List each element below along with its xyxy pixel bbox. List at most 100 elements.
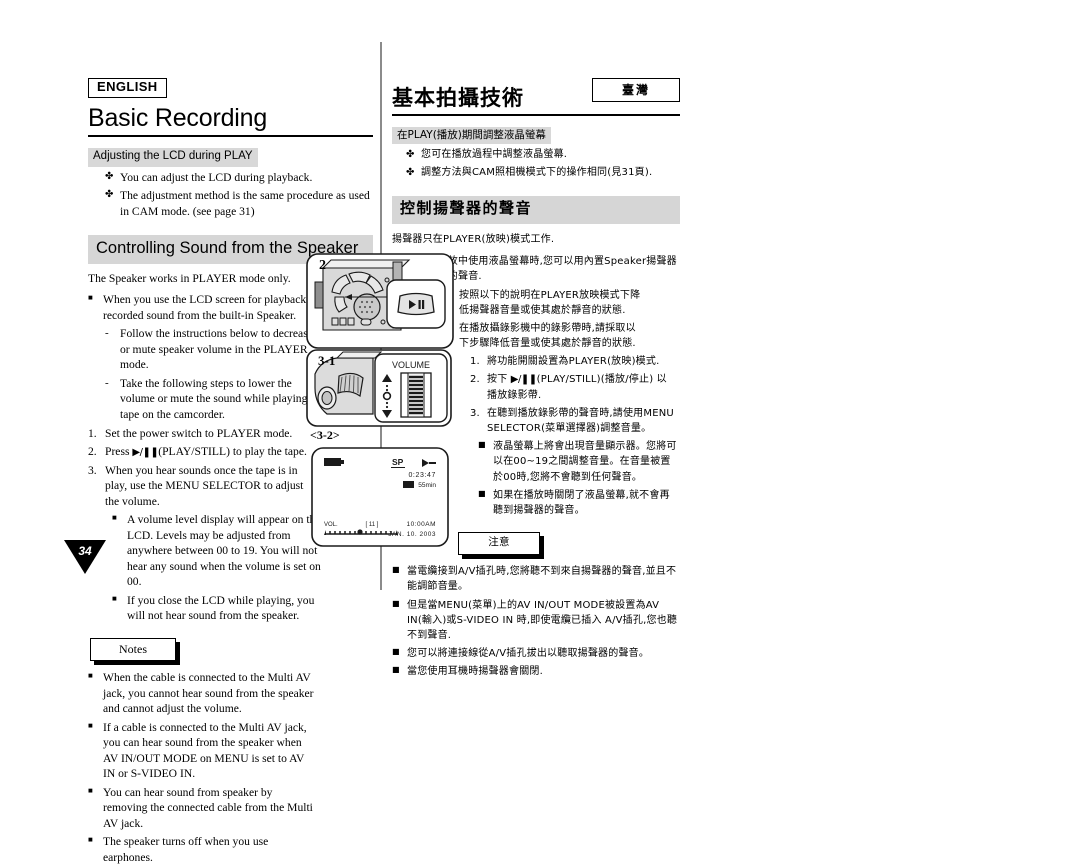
step-number: 2. bbox=[470, 374, 480, 386]
list-item-text: 調整方法與CAM照相機模式下的操作相同(見31頁). bbox=[421, 167, 653, 179]
figure-3-1-menu-selector: VOLUME 3-1 bbox=[305, 348, 453, 433]
step-number: 3. bbox=[88, 463, 97, 477]
list-item-text: 但是當MENU(菜單)上的AV IN/OUT MODE被設置為AV IN(輸入)… bbox=[407, 599, 678, 641]
list-item-text: The speaker turns off when you use earph… bbox=[103, 835, 269, 864]
step-item: 1. 將功能開關設置為PLAYER(放映)模式. bbox=[470, 354, 680, 369]
step-item: 2. 按下 ▶/❚❚(PLAY/STILL)(播放/停止) 以播放錄影帶. bbox=[470, 372, 680, 402]
square-bullet-icon: ■ bbox=[88, 293, 93, 303]
square-bullet-icon: ■ bbox=[88, 785, 93, 795]
list-item: ■ 液晶螢幕上將會出現音量顯示器。您將可以在00~19之間調整音量。在音量被置於… bbox=[478, 439, 680, 485]
list-item: - 按照以下的說明在PLAYER放映模式下降低揚聲器音量或使其處於靜音的狀態. bbox=[444, 288, 680, 318]
dash-bullet-icon: - bbox=[105, 376, 109, 389]
list-item-text: The adjustment method is the same proced… bbox=[120, 189, 370, 218]
notes-label: Notes bbox=[90, 637, 176, 661]
square-bullet-icon: ■ bbox=[392, 665, 400, 675]
volume-label: VOLUME bbox=[392, 360, 430, 370]
page-title: Basic Recording bbox=[88, 103, 268, 132]
square-bullet-icon: ■ bbox=[392, 565, 400, 575]
list-item-text: 在播放攝錄影機中的錄影帶時,請採取以下步驟降低音量或使其處於靜音的狀態. bbox=[459, 322, 636, 350]
club-bullet-icon: ✤ bbox=[406, 167, 415, 179]
club-bullet-icon: ✤ bbox=[105, 189, 114, 201]
osd-timecode: 0:23:47 bbox=[408, 472, 436, 479]
figure-3-2-label: <3-2> bbox=[310, 428, 340, 442]
figure-3-2-lcd-osd: <3-2> SP 0:23:47 55min VOL. [ 11 ] 10:00… bbox=[310, 428, 450, 553]
heading-adjusting-lcd-zh: 在PLAY(播放)期間調整液晶螢幕 bbox=[392, 126, 551, 145]
osd-tape-remaining: 55min bbox=[418, 482, 436, 489]
list-item-text: You can adjust the LCD during playback. bbox=[120, 170, 313, 184]
list-item: ■ When the cable is connected to the Mul… bbox=[88, 670, 373, 717]
club-bullet-icon: ✤ bbox=[105, 170, 114, 182]
dash-bullet-icon: - bbox=[105, 327, 109, 340]
list-item: ■ 您可以將連接線從A/V插孔拔出以聽取揚聲器的聲音。 bbox=[392, 646, 680, 661]
square-bullet-icon: ■ bbox=[392, 598, 400, 608]
step-number: 3. bbox=[470, 407, 480, 419]
list-item: ■ 當電纜接到A/V插孔時,您將聽不到來自揚聲器的聲音,並且不能調節音量。 bbox=[392, 564, 680, 594]
list-item: ✤ You can adjust the LCD during playback… bbox=[105, 170, 373, 186]
square-bullet-icon: ■ bbox=[88, 720, 93, 730]
list-item: ■ You can hear sound from speaker by rem… bbox=[88, 785, 373, 832]
square-bullet-icon: ■ bbox=[88, 671, 93, 680]
list-item: ✤ 調整方法與CAM照相機模式下的操作相同(見31頁). bbox=[406, 165, 680, 180]
speaker-lead-text-zh: 揚聲器只在PLAYER(放映)模式工作. bbox=[392, 233, 555, 245]
step-text: 將功能開關設置為PLAYER(放映)模式. bbox=[487, 356, 660, 368]
region-badge: 臺灣 bbox=[592, 78, 680, 102]
list-item-text: Take the following steps to lower the vo… bbox=[120, 376, 316, 422]
list-item-text: If a cable is connected to the Multi AV … bbox=[103, 720, 307, 781]
osd-vol-label: VOL. bbox=[324, 522, 338, 528]
club-bullet-icon: ✤ bbox=[406, 149, 415, 161]
play-still-glyph-icon: ▶/❚❚ bbox=[510, 374, 537, 386]
list-item-text: 您可以將連接線從A/V插孔拔出以聽取揚聲器的聲音。 bbox=[407, 648, 650, 660]
list-item: - 在播放攝錄影機中的錄影帶時,請採取以下步驟降低音量或使其處於靜音的狀態. bbox=[444, 321, 680, 351]
step-number: 2. bbox=[88, 445, 97, 459]
list-item-text: 液晶螢幕上將會出現音量顯示器。您將可以在00~19之間調整音量。在音量被置於00… bbox=[493, 441, 677, 483]
list-item-text: 按照以下的說明在PLAYER放映模式下降低揚聲器音量或使其處於靜音的狀態. bbox=[459, 289, 641, 316]
list-item-text: You can hear sound from speaker by remov… bbox=[103, 785, 313, 830]
list-item-text: Follow the instructions below to decreas… bbox=[120, 327, 313, 372]
heading-controlling-sound-zh: 控制揚聲器的聲音 bbox=[392, 196, 680, 224]
notes-callout: Notes bbox=[90, 637, 180, 665]
lcd-bullet-list-zh: ✤ 您可在播放過程中調整液晶螢幕. ✤ 調整方法與CAM照相機模式下的操作相同(… bbox=[392, 147, 680, 180]
figure-3-1-label: 3-1 bbox=[318, 353, 336, 368]
page-number: 34 bbox=[78, 544, 92, 558]
list-item: ✤ 您可在播放過程中調整液晶螢幕. bbox=[406, 147, 680, 162]
list-item: ■ 當您使用耳機時揚聲器會關閉. bbox=[392, 664, 680, 679]
osd-date: JAN. 10. 2003 bbox=[388, 531, 436, 538]
title-rule-zh bbox=[392, 113, 680, 116]
step-number: 1. bbox=[88, 426, 97, 440]
step-item: 3. 在聽到播放錄影帶的聲音時,請使用MENU SELECTOR(菜單選擇器)調… bbox=[470, 406, 680, 436]
list-item-text: If you close the LCD while playing, you … bbox=[127, 593, 315, 623]
play-still-glyph-icon: ▶/❚❚ bbox=[132, 447, 159, 459]
list-item-text: 如果在播放時關閉了液晶螢幕,就不會再聽到揚聲器的聲音。 bbox=[493, 489, 670, 516]
list-item-text: 當您使用耳機時揚聲器會關閉. bbox=[407, 666, 543, 678]
list-item: ■ If you close the LCD while playing, yo… bbox=[112, 593, 373, 624]
list-item: ■ If a cable is connected to the Multi A… bbox=[88, 720, 373, 782]
list-item-text: When the cable is connected to the Multi… bbox=[103, 671, 314, 716]
list-item: ■ 但是當MENU(菜單)上的AV IN/OUT MODE被設置為AV IN(輸… bbox=[392, 598, 680, 644]
list-item-text: 您可在播放過程中調整液晶螢幕. bbox=[421, 149, 568, 161]
figure-2-label: 2 bbox=[319, 258, 326, 273]
step-text: 按下 ▶/❚❚(PLAY/STILL)(播放/停止) 以播放錄影帶. bbox=[487, 374, 667, 401]
list-item: ■ 如果在播放時關閉了液晶螢幕,就不會再聽到揚聲器的聲音。 bbox=[478, 488, 680, 518]
osd-time: 10:00AM bbox=[406, 521, 436, 528]
lcd-bullet-list: ✤ You can adjust the LCD during playback… bbox=[88, 170, 373, 220]
list-item: ✤ The adjustment method is the same proc… bbox=[105, 188, 373, 219]
square-bullet-icon: ■ bbox=[392, 647, 400, 657]
list-item-text: A volume level display will appear on th… bbox=[127, 513, 321, 589]
square-bullet-icon: ■ bbox=[478, 488, 486, 498]
manual-page: ENGLISH Basic Recording Adjusting the LC… bbox=[0, 0, 1080, 864]
osd-mode: SP bbox=[392, 457, 404, 467]
square-bullet-icon: ■ bbox=[88, 835, 93, 845]
square-bullet-icon: ■ bbox=[112, 513, 117, 523]
page-number-badge: 34 bbox=[64, 540, 106, 574]
list-item: ■ The speaker turns off when you use ear… bbox=[88, 834, 373, 865]
heading-adjusting-lcd: Adjusting the LCD during PLAY bbox=[88, 147, 258, 167]
step-number: 1. bbox=[470, 356, 480, 368]
square-bullet-icon: ■ bbox=[112, 593, 117, 603]
language-badge: ENGLISH bbox=[88, 78, 167, 98]
list-item-text: 當電纜接到A/V插孔時,您將聽不到來自揚聲器的聲音,並且不能調節音量。 bbox=[407, 566, 677, 593]
step-text: 在聽到播放錄影帶的聲音時,請使用MENU SELECTOR(菜單選擇器)調整音量… bbox=[487, 407, 674, 435]
title-rule bbox=[88, 134, 373, 137]
notes-callout-zh: 注意 bbox=[458, 532, 544, 560]
figure-2-control-panel: 2 bbox=[305, 252, 455, 355]
notes-label-zh: 注意 bbox=[458, 532, 540, 556]
